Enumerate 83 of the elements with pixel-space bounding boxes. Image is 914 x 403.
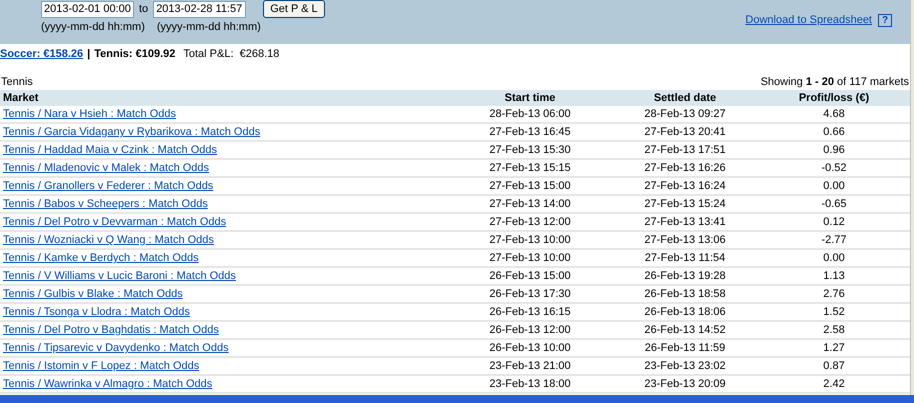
market-link[interactable]: Tennis / V Williams v Lucic Baroni : Match Odds	[0, 268, 450, 284]
section-title: Tennis	[1, 74, 33, 90]
showing-count: Showing 1 - 20 of 117 markets	[760, 74, 909, 90]
market-link[interactable]: Tennis / Babos v Scheepers : Match Odds	[0, 196, 450, 212]
market-link[interactable]: Tennis / Kamke v Berdych : Match Odds	[0, 250, 450, 266]
table-cell-text: -0.65	[820, 197, 848, 212]
column-header: Profit/loss (€)	[798, 91, 870, 106]
table-cell-text: -2.77	[820, 233, 848, 248]
table-cell-text: 0.00	[822, 179, 846, 194]
table-cell-text: 28-Feb-13 06:00	[488, 107, 572, 122]
table-cell-text: -0.52	[820, 161, 848, 176]
get-pl-button[interactable]: Get P & L	[263, 0, 325, 18]
from-date-field[interactable]: 2013-02-01 00:00	[41, 0, 134, 18]
market-link[interactable]: Tennis / Mladenovic v Malek : Match Odds	[0, 160, 450, 176]
table-cell-text: 27-Feb-13 15:30	[488, 143, 572, 158]
table-cell-text: 0.00	[822, 251, 846, 266]
table-cell-text: 26-Feb-13 14:52	[643, 323, 727, 338]
market-link[interactable]: Tennis / Haddad Maia v Czink : Match Odds	[0, 142, 450, 158]
market-link[interactable]: Tennis / Wawrinka v Almagro : Match Odds	[0, 376, 450, 392]
table-cell-text: 27-Feb-13 15:15	[488, 161, 572, 176]
table-cell-text: 2.76	[822, 287, 846, 302]
table-cell-text: 23-Feb-13 21:00	[488, 359, 572, 374]
table-cell-text: 27-Feb-13 11:54	[644, 251, 726, 266]
market-link[interactable]: Tennis / Wozniacki v Q Wang : Match Odds	[0, 232, 450, 248]
table-cell-text: 27-Feb-13 20:41	[643, 125, 727, 140]
market-link[interactable]: Tennis / Garcia Vidagany v Rybarikova : Match Odds	[0, 124, 450, 140]
table-cell-text: 2.42	[822, 377, 846, 392]
table-cell-text: 27-Feb-13 16:24	[643, 179, 727, 194]
table-cell-text: 26-Feb-13 17:30	[488, 287, 572, 302]
column-header: Market	[2, 91, 40, 106]
market-link[interactable]: Tennis / Tipsarevic v Davydenko : Match Odds	[0, 340, 450, 356]
table-cell-text: 27-Feb-13 16:45	[488, 125, 572, 140]
column-header: Settled date	[652, 91, 718, 106]
table-cell-text: 4.68	[822, 107, 846, 122]
table-cell-text: 0.96	[822, 143, 846, 158]
table-cell-text: 27-Feb-13 13:06	[643, 233, 727, 248]
table-cell-text: 26-Feb-13 19:28	[643, 269, 727, 284]
table-cell-text: 26-Feb-13 11:59	[644, 341, 726, 356]
table-cell-text: 0.66	[822, 125, 846, 140]
soccer-total-link[interactable]: Soccer: €158.26	[0, 46, 84, 62]
table-cell-text: 0.12	[822, 215, 846, 230]
table-cell-text: 27-Feb-13 13:41	[643, 215, 727, 230]
table-cell-text: 0.87	[822, 359, 846, 374]
table-cell-text: 26-Feb-13 16:15	[488, 305, 572, 320]
table-cell-text: 27-Feb-13 15:24	[643, 197, 727, 212]
market-link[interactable]: Tennis / Del Potro v Baghdatis : Match Odds	[0, 322, 450, 338]
download-link[interactable]: Download to Spreadsheet	[745, 12, 872, 28]
date-format-hint: (yyyy-mm-dd hh:mm)	[156, 20, 261, 35]
table-cell-text: 1.27	[822, 341, 846, 356]
table-cell-text: 27-Feb-13 17:51	[643, 143, 727, 158]
help-button[interactable]: ?	[878, 14, 892, 27]
separator: |	[87, 46, 90, 62]
table-cell-text: 27-Feb-13 10:00	[488, 251, 572, 266]
table-cell-text: 27-Feb-13 12:00	[488, 215, 572, 230]
table-cell-text: 26-Feb-13 12:00	[488, 323, 572, 338]
table-cell-text: 26-Feb-13 15:00	[488, 269, 572, 284]
table-cell-text: 26-Feb-13 18:58	[643, 287, 727, 302]
market-link[interactable]: Tennis / Granollers v Federer : Match Odds	[0, 178, 450, 194]
table-cell-text: 27-Feb-13 15:00	[488, 179, 572, 194]
total-pl: Total P&L: €268.18	[183, 46, 280, 62]
table-cell-text: 27-Feb-13 16:26	[643, 161, 727, 176]
market-link[interactable]: Tennis / Del Potro v Devvarman : Match Odds	[0, 214, 450, 230]
table-cell-text: 27-Feb-13 10:00	[488, 233, 572, 248]
market-link[interactable]: Tennis / Gulbis v Blake : Match Odds	[0, 286, 450, 302]
table-cell-text: 1.13	[822, 269, 846, 284]
date-format-hint: (yyyy-mm-dd hh:mm)	[41, 20, 145, 35]
market-link[interactable]: Tennis / Istomin v F Lopez : Match Odds	[0, 358, 450, 374]
tennis-total: Tennis: €109.92	[94, 46, 176, 62]
market-link[interactable]: Tennis / Tsonga v Llodra : Match Odds	[0, 304, 450, 320]
to-date-field[interactable]: 2013-02-28 11:57	[153, 0, 246, 18]
scrollbar[interactable]	[910, 0, 914, 395]
table-cell-text: 23-Feb-13 20:09	[643, 377, 727, 392]
column-header: Start time	[504, 91, 556, 106]
table-cell-text: 23-Feb-13 23:02	[643, 359, 727, 374]
table-cell-text: 23-Feb-13 18:00	[488, 377, 572, 392]
table-cell-text: 28-Feb-13 09:27	[643, 107, 727, 122]
table-cell-text: 2.58	[822, 323, 846, 338]
market-link[interactable]: Tennis / Nara v Hsieh : Match Odds	[0, 106, 450, 122]
table-cell-text: 26-Feb-13 10:00	[488, 341, 572, 356]
table-cell-text: 1.52	[822, 305, 846, 320]
table-cell-text: 26-Feb-13 18:06	[643, 305, 727, 320]
to-label: to	[139, 2, 148, 17]
table-cell-text: 27-Feb-13 14:00	[488, 197, 572, 212]
